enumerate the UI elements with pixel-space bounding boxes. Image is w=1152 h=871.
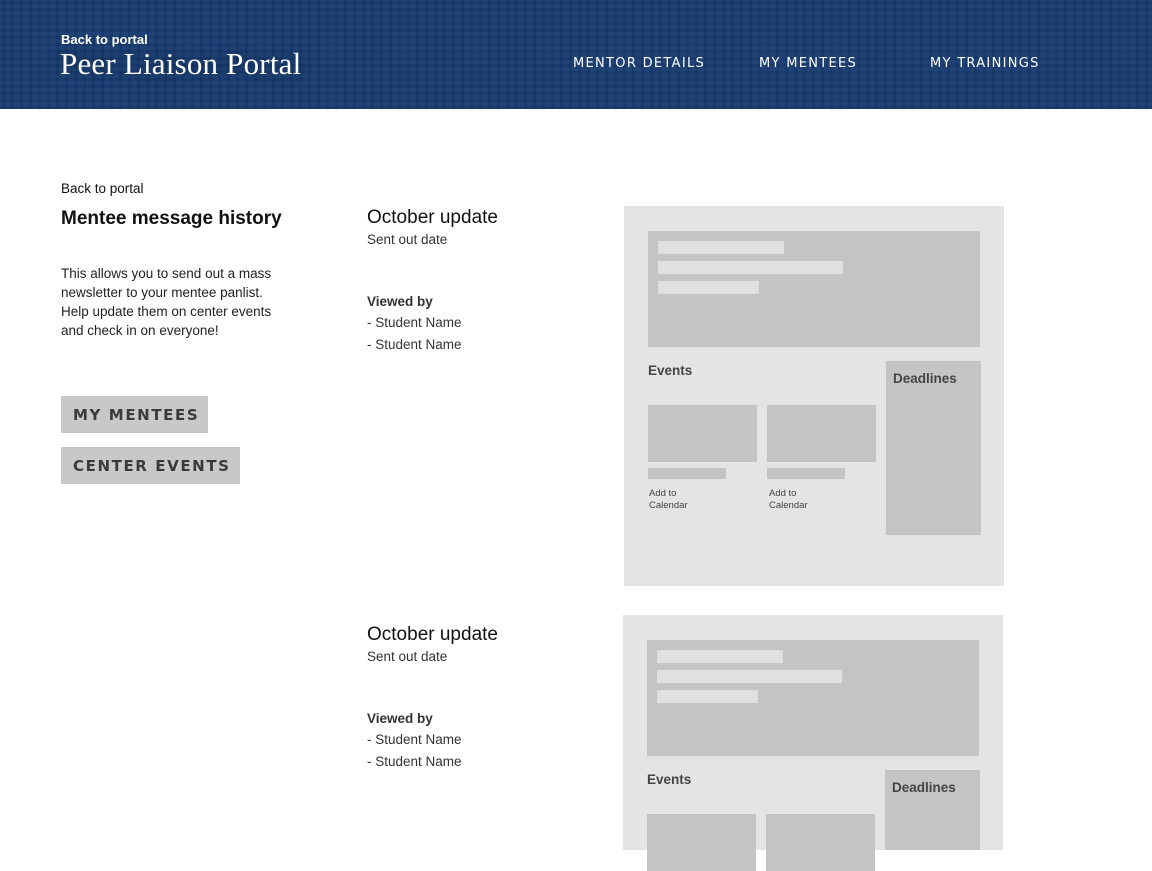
deadlines-label: Deadlines <box>893 371 957 386</box>
newsletter-preview[interactable]: Events Deadlines <box>623 615 1003 871</box>
text-placeholder <box>657 650 783 663</box>
back-to-portal-link[interactable]: Back to portal <box>61 181 144 196</box>
center-events-button[interactable]: CENTER EVENTS <box>61 447 240 484</box>
viewer-name: - Student Name <box>367 732 462 747</box>
nav-my-trainings[interactable]: MY TRAININGS <box>930 56 1040 71</box>
text-placeholder <box>658 241 784 254</box>
deadlines-panel: Deadlines <box>885 770 980 850</box>
add-to-calendar-link[interactable]: Add to Calendar <box>769 488 829 512</box>
update-title: October update <box>367 624 498 645</box>
events-label: Events <box>647 772 692 787</box>
update-entry: October update Sent out date Viewed by -… <box>367 624 607 770</box>
site-title: Peer Liaison Portal <box>60 46 302 81</box>
viewer-name: - Student Name <box>367 315 462 330</box>
text-placeholder <box>657 690 758 703</box>
sent-date: Sent out date <box>367 649 448 664</box>
viewer-name: - Student Name <box>367 337 462 352</box>
event-image-placeholder <box>766 814 875 871</box>
my-mentees-button[interactable]: MY MENTEES <box>61 396 209 433</box>
update-entry: October update Sent out date Viewed by -… <box>367 207 607 353</box>
viewed-by-label: Viewed by <box>367 294 433 309</box>
site-header: Back to portal Peer Liaison Portal MENTO… <box>0 0 1152 109</box>
update-title: October update <box>367 207 498 228</box>
header-back-link[interactable]: Back to portal <box>61 32 148 47</box>
text-placeholder <box>658 261 843 274</box>
event-image-placeholder <box>767 405 876 462</box>
newsletter-preview[interactable]: Events Add to Calendar Add to Calendar D… <box>624 206 1004 586</box>
nav-my-mentees[interactable]: MY MENTEES <box>759 56 857 71</box>
sent-date: Sent out date <box>367 232 448 247</box>
event-title-placeholder <box>648 468 726 479</box>
text-placeholder <box>658 281 759 294</box>
preview-hero-block <box>647 640 979 756</box>
preview-hero-block <box>648 231 980 347</box>
viewed-by-label: Viewed by <box>367 711 433 726</box>
event-image-placeholder <box>647 814 756 871</box>
add-to-calendar-link[interactable]: Add to Calendar <box>649 488 709 512</box>
nav-mentor-details[interactable]: MENTOR DETAILS <box>573 56 705 71</box>
event-image-placeholder <box>648 405 757 462</box>
page-title: Mentee message history <box>61 208 282 229</box>
viewer-name: - Student Name <box>367 754 462 769</box>
text-placeholder <box>657 670 842 683</box>
deadlines-label: Deadlines <box>892 780 956 795</box>
event-title-placeholder <box>767 468 845 479</box>
events-label: Events <box>648 363 693 378</box>
deadlines-panel: Deadlines <box>886 361 981 535</box>
page-description: This allows you to send out a mass newsl… <box>61 266 272 338</box>
